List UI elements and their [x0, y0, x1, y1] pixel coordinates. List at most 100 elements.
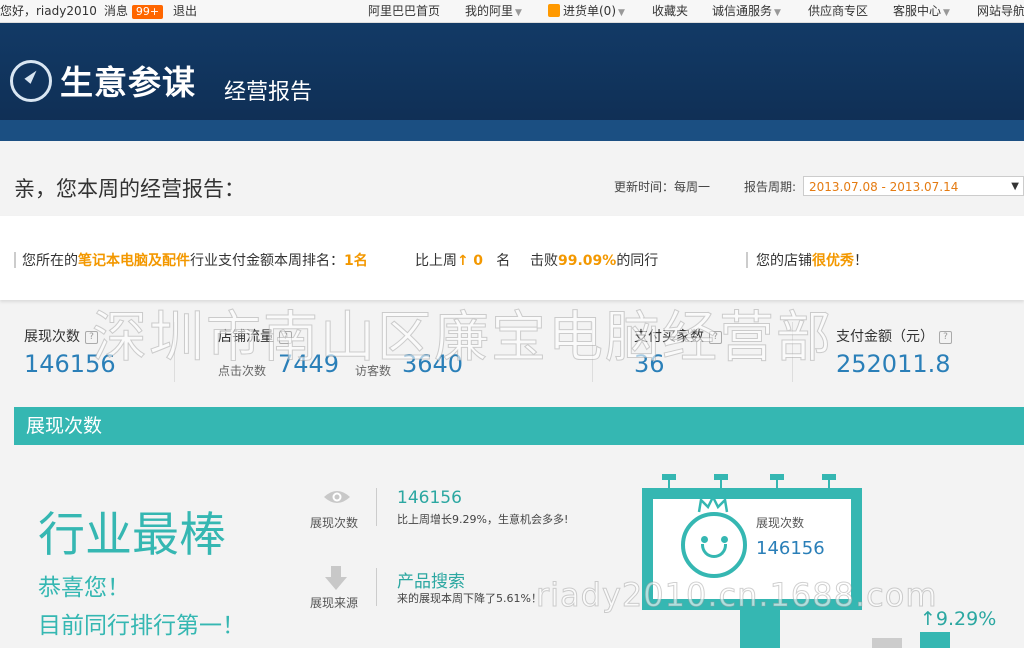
amount-label-text: 支付金额（元）: [836, 329, 934, 345]
brand-subtitle: 经营报告: [224, 80, 313, 105]
nav-supplier-zone[interactable]: 供应商专区: [808, 0, 868, 22]
greeting: 您好，riady2010: [0, 4, 97, 18]
nav-trust-service-label: 诚信通服务: [712, 4, 773, 18]
shop-level: 您的店铺很优秀！: [756, 250, 868, 270]
impressions-label-text: 展现次数: [24, 329, 80, 345]
rank-text: 行业支付金额本周排名：: [190, 253, 344, 269]
rank-text: 击败: [530, 253, 558, 269]
nav-alibaba-home[interactable]: 阿里巴巴首页: [368, 0, 440, 22]
row2-desc: 来的展现本周下降了5.61%！: [397, 592, 542, 605]
rank-change: 比上周↑ 0 名: [415, 250, 510, 270]
buyers-label: 支付买家数?: [634, 326, 722, 346]
divider: [14, 252, 16, 268]
chevron-down-icon: ▼: [943, 8, 950, 18]
billboard-label: 展现次数: [756, 516, 805, 530]
message-count-badge: 99+: [131, 5, 164, 19]
billboard-illustration: [642, 488, 862, 610]
headline: 行业最棒: [38, 508, 226, 563]
row1-value: 146156: [397, 488, 462, 508]
logout-link[interactable]: 退出: [173, 0, 197, 22]
visitors-value: 3640: [402, 350, 464, 378]
traffic-label: 店铺流量?: [218, 326, 292, 346]
nav-customer-service-label: 客服中心: [893, 4, 942, 18]
period-label: 报告周期:: [744, 180, 797, 194]
nav-my-alibaba[interactable]: 我的阿里 ▼: [465, 0, 522, 24]
rank-text: 您的店铺: [756, 253, 812, 269]
rank-sentence: 您所在的笔记本电脑及配件行业支付金额本周排名：1名: [22, 250, 368, 270]
messages-link[interactable]: 消息 99+: [104, 0, 164, 22]
chevron-down-icon: ▼: [774, 8, 781, 18]
arrow-up-icon: ↑: [457, 253, 469, 269]
clicks-label: 点击次数: [218, 364, 267, 378]
traffic-label-text: 店铺流量: [218, 329, 274, 345]
crown-icon: [697, 494, 729, 513]
rank-text: ！: [854, 253, 868, 269]
shop-level-value: 很优秀: [812, 253, 854, 269]
chevron-down-icon: ▼: [618, 8, 625, 18]
chevron-down-icon: ▼: [515, 8, 522, 18]
nav-purchase-list[interactable]: 进货单(0) ▼: [548, 0, 625, 24]
arrow-up-icon: ↑: [920, 608, 936, 630]
clicks-value: 7449: [278, 350, 340, 378]
rank-value: 1名: [344, 253, 368, 269]
nav-my-alibaba-label: 我的阿里: [465, 4, 514, 18]
beat-percent: 99.09%: [558, 253, 617, 269]
help-icon[interactable]: ?: [939, 330, 952, 344]
compass-icon: [10, 60, 52, 102]
clipboard-icon: [548, 4, 560, 17]
nav-trust-service[interactable]: 诚信通服务 ▼: [712, 0, 781, 24]
nav-site-map[interactable]: 网站导航: [977, 0, 1024, 22]
rank-text: 的同行: [616, 253, 659, 269]
amount-label: 支付金额（元）?: [836, 326, 952, 346]
divider: [792, 322, 793, 382]
header-strip: [0, 120, 1024, 141]
page-title: 亲，您本周的经营报告：: [14, 177, 245, 201]
update-time: 更新时间：每周一: [614, 180, 711, 194]
rank-summary: 您所在的笔记本电脑及配件行业支付金额本周排名：1名 比上周↑ 0 名 击败99.…: [0, 216, 1024, 300]
rank-change-value: 0: [473, 253, 483, 269]
section-title-bar: 展现次数: [14, 407, 1024, 445]
help-icon[interactable]: ?: [85, 330, 98, 344]
row2-value[interactable]: 产品搜索: [397, 567, 465, 592]
divider: [376, 488, 377, 526]
buyers-label-text: 支付买家数: [634, 329, 704, 345]
amount-value: 252011.8: [836, 350, 951, 378]
nav-favorites[interactable]: 收藏夹: [652, 0, 688, 22]
rank-text: 名: [496, 253, 511, 269]
brand-title[interactable]: 生意参谋: [60, 56, 196, 104]
top-bar: 您好，riady2010 消息 99+ 退出 阿里巴巴首页 我的阿里 ▼ 进货单(…: [0, 0, 1024, 23]
help-icon[interactable]: ?: [709, 330, 722, 344]
row1-label: 展现次数: [310, 516, 359, 530]
row2-label: 展现来源: [310, 596, 359, 610]
last-week-bar: [872, 638, 902, 648]
buyers-value: 36: [634, 350, 665, 378]
eye-icon: [324, 491, 350, 503]
impressions-label: 展现次数?: [24, 326, 98, 346]
messages-label: 消息: [104, 4, 129, 18]
congrats-text: 恭喜您！: [38, 575, 130, 601]
rank-text: 您所在的: [22, 253, 78, 269]
first-rank-text: 目前同行排行第一！: [38, 613, 245, 639]
period-value: 2013.07.08 - 2013.07.14: [809, 180, 959, 194]
industry-name[interactable]: 笔记本电脑及配件: [78, 253, 190, 269]
arrow-down-icon: [325, 566, 347, 590]
divider: [746, 252, 748, 268]
help-icon[interactable]: ?: [279, 330, 292, 344]
impressions-value: 146156: [24, 350, 116, 378]
chevron-down-icon: ▼: [1011, 181, 1019, 192]
divider: [376, 568, 377, 606]
growth-rate: ↑9.29%: [920, 608, 996, 630]
nav-purchase-list-label: 进货单(0): [563, 4, 616, 18]
nav-customer-service[interactable]: 客服中心 ▼: [893, 0, 950, 24]
billboard-value: 146156: [756, 538, 825, 559]
growth-rate-value: 9.29%: [935, 608, 997, 630]
period-select[interactable]: 2013.07.08 - 2013.07.14 ▼: [803, 176, 1024, 196]
divider: [174, 322, 175, 382]
billboard-pole: [740, 610, 780, 648]
divider: [592, 322, 593, 382]
visitors-label: 访客数: [355, 364, 392, 378]
row1-desc: 比上周增长9.29%，生意机会多多!: [397, 513, 569, 526]
beat-sentence: 击败99.09%的同行: [530, 250, 658, 270]
smiley-icon: [681, 512, 747, 578]
this-week-bar: [920, 632, 950, 648]
